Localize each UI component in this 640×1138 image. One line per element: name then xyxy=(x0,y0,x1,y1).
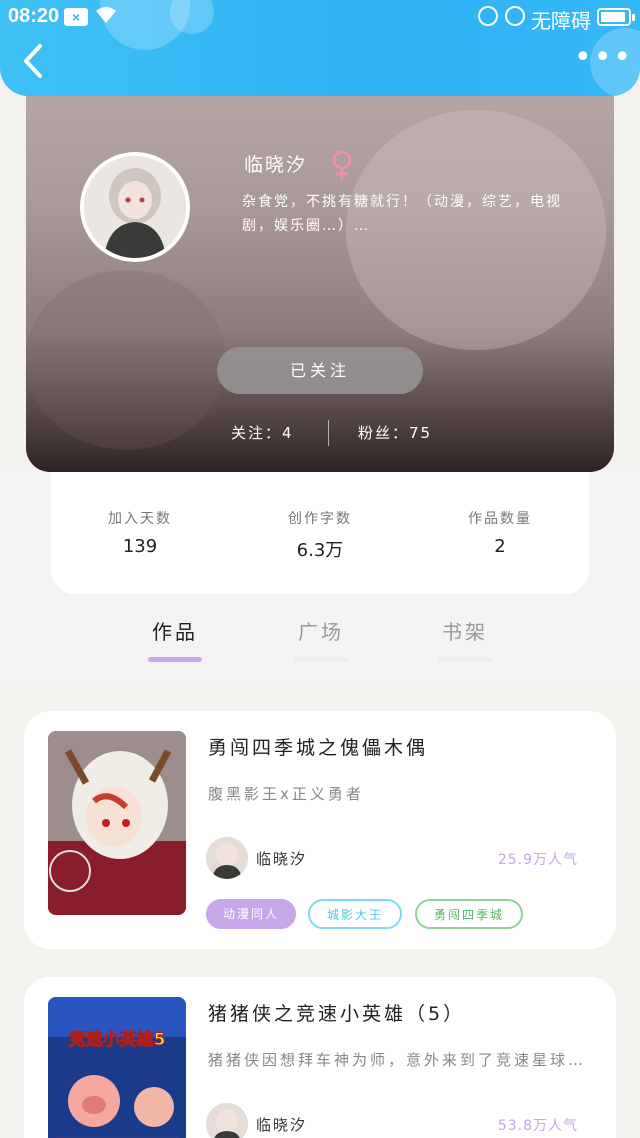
divider xyxy=(328,420,329,446)
dnd-icon xyxy=(478,6,498,26)
avatar[interactable] xyxy=(80,152,190,262)
tag-four-seasons[interactable]: 勇闯四季城 xyxy=(415,899,523,929)
work-popularity: 25.9万人气 xyxy=(497,852,578,868)
notification-icon: × xyxy=(64,8,88,26)
tab-indicator xyxy=(148,657,202,662)
work-author: 临晓汐 xyxy=(256,1116,308,1134)
work-title[interactable]: 勇闯四季城之傀儡木偶 xyxy=(208,733,428,760)
work-title[interactable]: 猪猪侠之竞速小英雄（5） xyxy=(208,999,465,1026)
status-time: 08:20 xyxy=(8,5,60,27)
profile-bio: 杂食党，不挑有糖就行！（动漫，综艺，电视剧，娱乐圈…）… xyxy=(242,194,562,234)
top-bar: 08:20 × 无障碍 ••• xyxy=(0,0,640,96)
work-cover[interactable]: 竞速小英雄5 xyxy=(48,997,186,1138)
stats-card: 加入天数 139 创作字数 6.3万 作品数量 2 xyxy=(51,470,589,594)
more-button[interactable]: ••• xyxy=(574,43,631,74)
work-card[interactable]: 竞速小英雄5 猪猪侠之竞速小英雄（5） 猪猪侠因想拜车神为师，意外来到了竞速星球… xyxy=(24,977,616,1138)
following-count[interactable]: 关注：4 xyxy=(231,422,294,443)
tag-shadow-king[interactable]: 城影大王 xyxy=(308,899,402,929)
work-desc: 腹黑影王x正义勇者 xyxy=(208,785,364,803)
fans-count[interactable]: 粉丝：75 xyxy=(358,422,432,443)
chevron-left-icon xyxy=(24,44,42,78)
female-icon xyxy=(330,150,354,182)
tab-bookshelf[interactable]: 书架 xyxy=(435,616,495,645)
author-avatar xyxy=(206,837,248,879)
work-card[interactable]: 勇闯四季城之傀儡木偶 腹黑影王x正义勇者 临晓汐 25.9万人气 动漫同人 城影… xyxy=(24,711,616,949)
tag-fanfic[interactable]: 动漫同人 xyxy=(206,899,296,929)
work-popularity: 53.8万人气 xyxy=(497,1118,578,1134)
tab-square[interactable]: 广场 xyxy=(291,616,351,645)
wifi-icon xyxy=(94,5,118,30)
status-bar: 08:20 × 无障碍 xyxy=(0,0,640,34)
stat-word-count: 创作字数 6.3万 xyxy=(288,511,352,561)
cover-title: 竞速小英雄5 xyxy=(69,1029,166,1050)
back-button[interactable] xyxy=(20,42,50,80)
stat-join-days: 加入天数 139 xyxy=(108,511,172,557)
author-avatar xyxy=(206,1103,248,1138)
stat-works-count: 作品数量 2 xyxy=(468,511,532,557)
battery-icon xyxy=(597,8,635,26)
accessibility-label: 无障碍 xyxy=(531,11,591,33)
work-cover[interactable] xyxy=(48,731,186,915)
work-desc: 猪猪侠因想拜车神为师，意外来到了竞速星球… xyxy=(208,1051,587,1069)
lock-icon xyxy=(505,6,525,26)
more-dots-icon: ••• xyxy=(574,40,634,75)
profile-card: 临晓汐 杂食党，不挑有糖就行！（动漫，综艺，电视剧，娱乐圈…）… 已关注 关注：… xyxy=(26,70,614,472)
profile-nickname: 临晓汐 xyxy=(244,154,308,176)
followed-button[interactable]: 已关注 xyxy=(217,347,423,394)
tab-works[interactable]: 作品 xyxy=(145,616,205,645)
work-author: 临晓汐 xyxy=(256,850,308,868)
